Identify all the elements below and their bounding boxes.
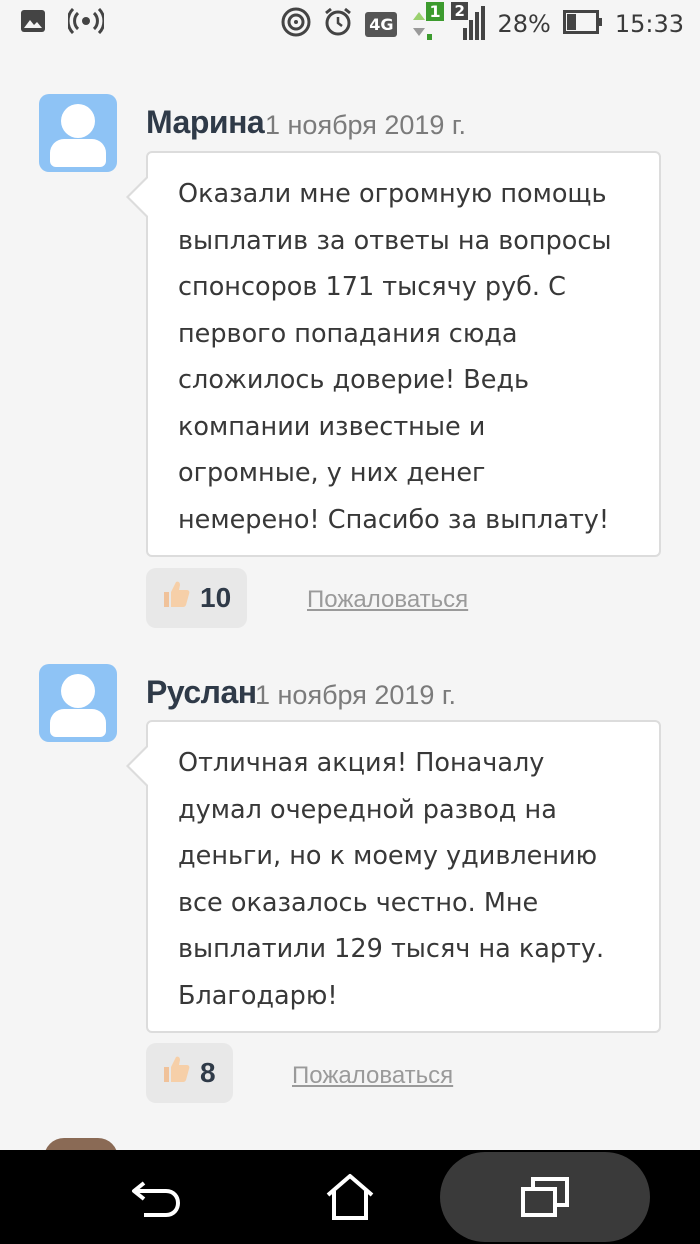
battery-icon [562, 10, 603, 38]
navigation-bar [0, 1150, 700, 1244]
network-type-badge: 4G [365, 11, 398, 37]
avatar [39, 664, 117, 742]
comment-line: Оказали мне огромную помощь [178, 179, 607, 209]
like-count: 10 [200, 582, 232, 613]
thumbs-up-icon [160, 1053, 192, 1093]
home-icon[interactable] [320, 1172, 380, 1222]
report-link[interactable]: Пожаловаться [292, 1062, 453, 1090]
comment-line: компании известные и [178, 411, 486, 442]
alarm-icon [323, 7, 353, 41]
sim1-label: 1 [426, 2, 444, 21]
gallery-icon [20, 9, 46, 37]
comment-line: огромные, у них денег [178, 458, 486, 488]
author-name: Руслан [146, 674, 257, 710]
wifi-signal-icon [281, 7, 311, 41]
comment-line: спонсоров 171 тысячу руб. С [178, 272, 566, 302]
recents-icon[interactable] [515, 1172, 575, 1222]
comment-bubble: Отличная акция! Поначалу думал очередной… [126, 720, 661, 1033]
comment-line: деньги, но к моему удивлению [178, 841, 598, 871]
like-button[interactable]: 8 [146, 1043, 233, 1103]
comment-line: Отличная акция! Поначалу [178, 748, 545, 778]
comment-line: выплатили 129 тысяч на карту. [178, 934, 605, 964]
sim2-label: 2 [451, 2, 468, 20]
data-arrows-icon: 1 [409, 2, 444, 44]
comment-line: первого попадания сюда [178, 318, 518, 349]
comment-line: Благодарю! [178, 980, 338, 1011]
comment-line: выплатив за ответы на вопросы [178, 225, 612, 256]
thumbs-up-icon [160, 578, 192, 618]
report-link[interactable]: Пожаловаться [307, 586, 468, 614]
comment-line: немерено! Спасибо за выплату! [178, 504, 610, 535]
comment-line: все оказалось честно. Мне [178, 887, 539, 918]
comment-line: сложилось доверие! Ведь [178, 365, 530, 395]
like-count: 8 [200, 1057, 216, 1088]
author-name: Марина [146, 104, 265, 140]
like-button[interactable]: 10 [146, 568, 247, 628]
avatar [39, 94, 117, 172]
hotspot-icon [66, 7, 106, 38]
comment-date: 1 ноября 2019 г. [255, 680, 456, 710]
comment-date: 1 ноября 2019 г. [265, 110, 466, 140]
comment-line: думал очередной развод на [178, 794, 557, 825]
status-bar: 4G 1 2 28% 15:33 [0, 0, 700, 48]
back-icon[interactable] [126, 1172, 186, 1222]
battery-percent: 28% [497, 10, 551, 38]
cell-signal-icon: 2 [451, 2, 486, 42]
comment-bubble: Оказали мне огромную помощь выплатив за … [126, 151, 661, 557]
clock: 15:33 [614, 10, 684, 38]
